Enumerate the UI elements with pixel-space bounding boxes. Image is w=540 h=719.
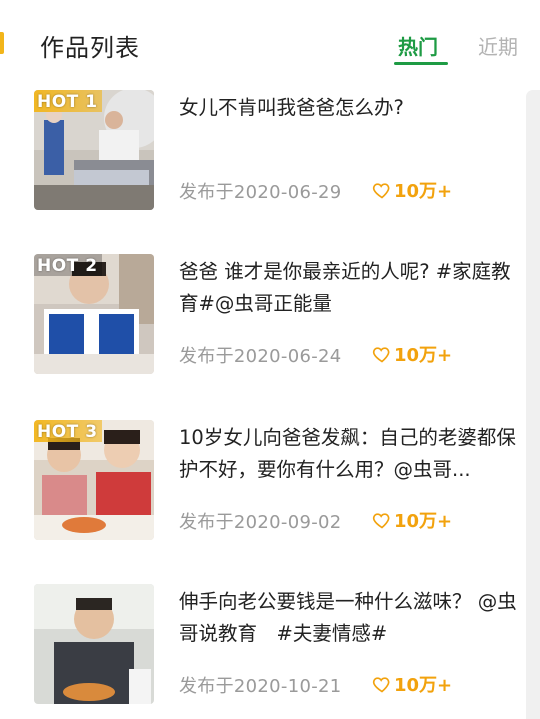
publish-date: 发布于2020-09-02	[179, 512, 342, 533]
item-title[interactable]: 爸爸 谁才是你最亲近的人呢? #家庭教育#@虫哥正能量	[179, 256, 524, 320]
like-count[interactable]: 10万+	[372, 671, 452, 697]
heart-outline-icon	[372, 677, 390, 693]
video-thumbnail[interactable]	[34, 584, 154, 704]
like-count[interactable]: 10万+	[372, 507, 452, 533]
video-thumbnail[interactable]: HOT 1	[34, 90, 154, 210]
video-thumbnail[interactable]: HOT 2	[34, 254, 154, 374]
hot-badge: HOT 3	[34, 420, 102, 442]
page: 作品列表 热门 近期 HOT 1 女儿不肯叫我爸爸怎么办? 发布于2020-06…	[0, 0, 540, 719]
header: 作品列表 热门 近期	[0, 0, 540, 80]
publish-date: 发布于2020-06-24	[179, 346, 342, 367]
like-count[interactable]: 10万+	[372, 177, 452, 203]
like-count-text: 10万+	[394, 181, 453, 202]
list-item[interactable]: HOT 1 女儿不肯叫我爸爸怎么办? 发布于2020-06-29 10万+	[0, 90, 524, 210]
hot-badge: HOT 1	[34, 90, 102, 112]
hot-badge: HOT 2	[34, 254, 102, 276]
scrollbar[interactable]	[526, 90, 540, 719]
heart-outline-icon	[372, 513, 390, 529]
heart-outline-icon	[372, 183, 390, 199]
page-title: 作品列表	[40, 34, 140, 62]
list-item[interactable]: HOT 2 爸爸 谁才是你最亲近的人呢? #家庭教育#@虫哥正能量 发布于202…	[0, 254, 524, 374]
thumbnail-image	[34, 584, 154, 704]
heart-outline-icon	[372, 347, 390, 363]
like-count-text: 10万+	[394, 345, 453, 366]
item-title[interactable]: 伸手向老公要钱是一种什么滋味？ @虫哥说教育 #夫妻情感#	[179, 586, 524, 650]
tab-hot[interactable]: 热门	[398, 31, 438, 60]
like-count-text: 10万+	[394, 675, 453, 696]
title-accent-bar	[0, 32, 4, 54]
list-item[interactable]: HOT 3 10岁女儿向爸爸发飙：自己的老婆都保护不好，要你有什么用？@虫哥..…	[0, 420, 524, 540]
tab-recent[interactable]: 近期	[478, 31, 518, 60]
tab-active-underline	[394, 62, 448, 65]
publish-date: 发布于2020-10-21	[179, 676, 342, 697]
like-count[interactable]: 10万+	[372, 341, 452, 367]
like-count-text: 10万+	[394, 511, 453, 532]
list-item[interactable]: 伸手向老公要钱是一种什么滋味？ @虫哥说教育 #夫妻情感# 发布于2020-10…	[0, 584, 524, 704]
video-thumbnail[interactable]: HOT 3	[34, 420, 154, 540]
item-title[interactable]: 女儿不肯叫我爸爸怎么办?	[179, 92, 524, 124]
publish-date: 发布于2020-06-29	[179, 182, 342, 203]
item-title[interactable]: 10岁女儿向爸爸发飙：自己的老婆都保护不好，要你有什么用？@虫哥...	[179, 422, 524, 486]
